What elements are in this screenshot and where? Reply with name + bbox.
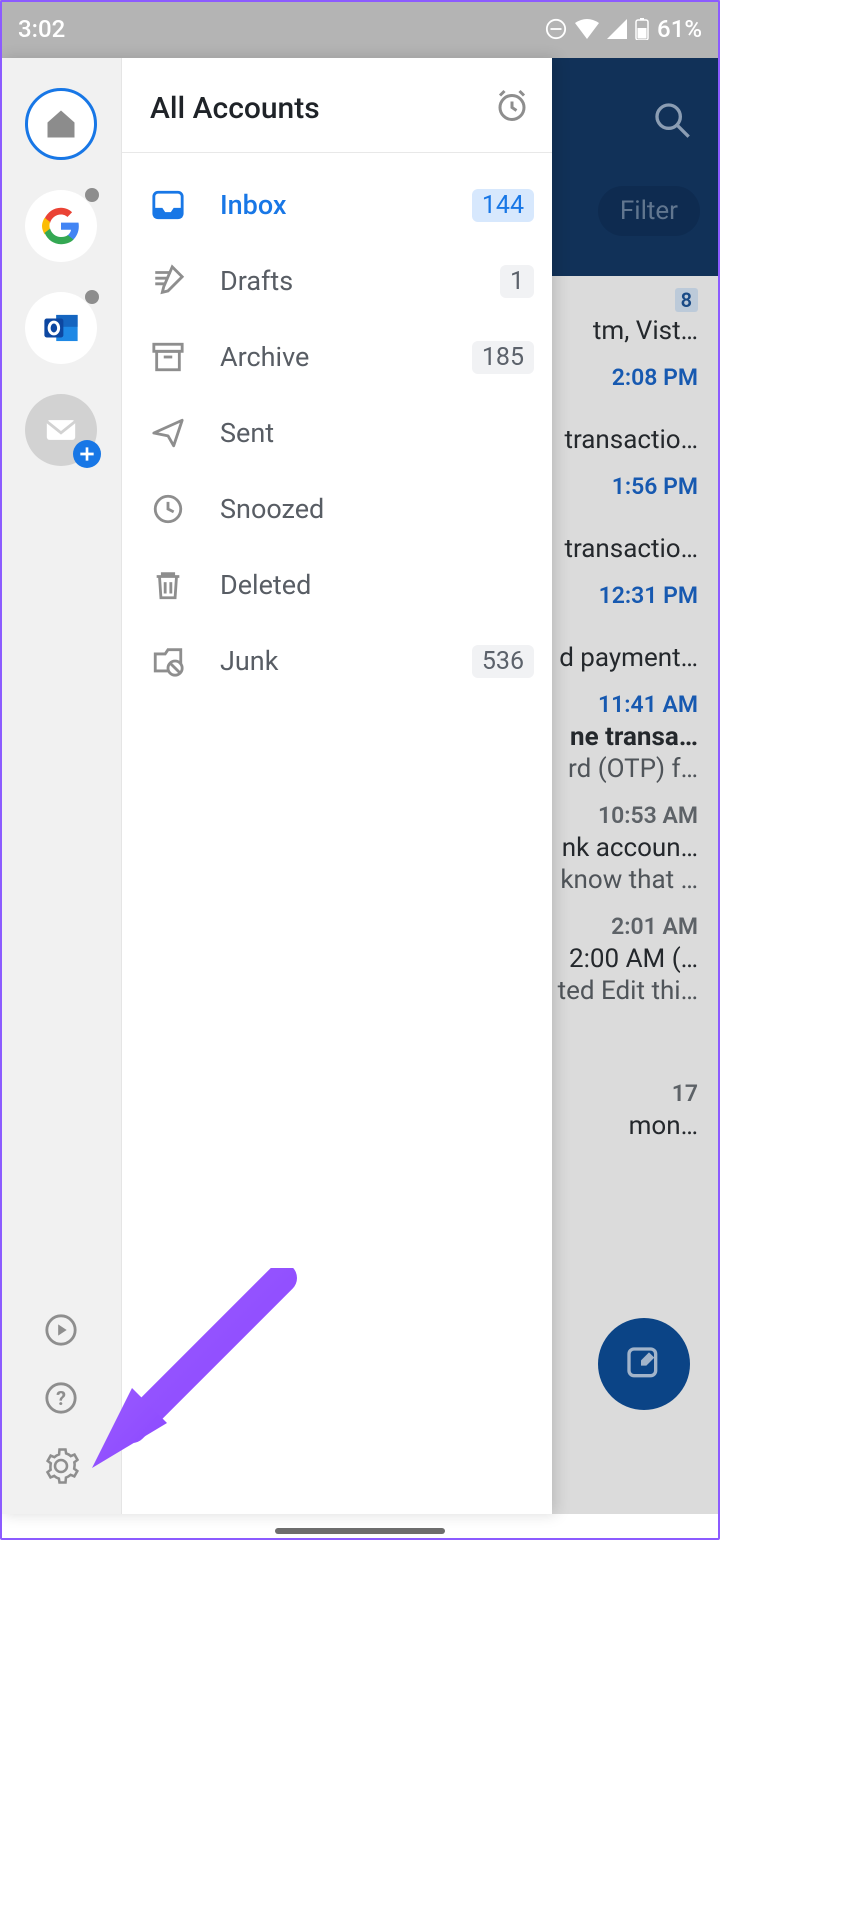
account-rail: ? (0, 58, 122, 1514)
drawer-header: All Accounts (122, 58, 552, 153)
folder-junk[interactable]: Junk 536 (122, 623, 552, 699)
folder-count: 144 (472, 189, 534, 222)
plus-badge-icon (73, 440, 101, 468)
snoozed-icon (150, 491, 186, 527)
play-icon (44, 1313, 78, 1347)
folder-label: Sent (220, 417, 534, 449)
navigation-drawer: ? All Accounts Inbox 144 (0, 58, 552, 1514)
junk-icon (150, 643, 186, 679)
alarm-icon (494, 88, 530, 124)
inbox-icon (150, 187, 186, 223)
help-icon: ? (44, 1381, 78, 1415)
folder-count: 185 (472, 341, 534, 374)
battery-icon (635, 18, 649, 40)
folder-label: Inbox (220, 189, 438, 221)
battery-text: 61% (657, 15, 702, 43)
notification-dot (85, 290, 99, 304)
folder-label: Drafts (220, 265, 466, 297)
status-bar: 3:02 61% (0, 0, 720, 58)
folder-label: Deleted (220, 569, 534, 601)
sent-icon (150, 415, 186, 451)
search-icon (652, 100, 692, 140)
folder-list: Inbox 144 Drafts 1 Archive 185 (122, 153, 552, 713)
svg-text:?: ? (56, 1387, 66, 1410)
drawer-title: All Accounts (150, 91, 320, 126)
folder-count: 1 (500, 265, 534, 298)
folder-label: Archive (220, 341, 438, 373)
folder-deleted[interactable]: Deleted (122, 547, 552, 623)
settings-button[interactable] (41, 1446, 81, 1486)
google-icon (42, 207, 80, 245)
folder-label: Snoozed (220, 493, 534, 525)
filter-chip[interactable]: Filter (598, 186, 700, 236)
mail-icon (44, 413, 78, 447)
dnd-icon (545, 18, 567, 40)
help-button[interactable]: ? (41, 1378, 81, 1418)
gear-icon (43, 1448, 79, 1484)
clock: 3:02 (18, 15, 65, 43)
add-account-button[interactable] (25, 394, 97, 466)
folder-label: Junk (220, 645, 438, 677)
folder-archive[interactable]: Archive 185 (122, 319, 552, 395)
compose-icon (624, 1344, 664, 1384)
drafts-icon (150, 263, 186, 299)
dnd-schedule-button[interactable] (494, 88, 530, 128)
notification-dot (85, 188, 99, 202)
wifi-icon (575, 19, 599, 39)
unread-badge: 8 (675, 288, 698, 312)
compose-fab[interactable] (598, 1318, 690, 1410)
signal-icon (607, 19, 627, 39)
folder-count: 536 (472, 645, 534, 678)
status-right: 61% (545, 15, 702, 43)
play-button[interactable] (41, 1310, 81, 1350)
search-button[interactable] (652, 100, 692, 140)
archive-icon (150, 339, 186, 375)
folder-panel: All Accounts Inbox 144 Drafts 1 (122, 58, 552, 1514)
home-icon (43, 106, 79, 142)
trash-icon (150, 567, 186, 603)
gesture-handle[interactable] (275, 1528, 445, 1534)
folder-sent[interactable]: Sent (122, 395, 552, 471)
home-account-button[interactable] (25, 88, 97, 160)
outlook-account-button[interactable] (25, 292, 97, 364)
google-account-button[interactable] (25, 190, 97, 262)
folder-snoozed[interactable]: Snoozed (122, 471, 552, 547)
outlook-icon (42, 309, 80, 347)
folder-inbox[interactable]: Inbox 144 (122, 167, 552, 243)
folder-drafts[interactable]: Drafts 1 (122, 243, 552, 319)
